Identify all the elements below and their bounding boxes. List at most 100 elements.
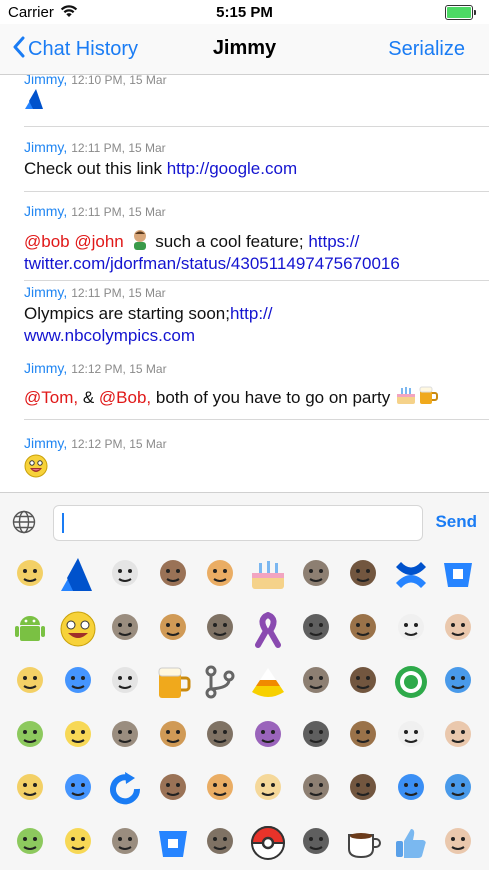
- globe-icon[interactable]: [12, 510, 36, 539]
- beer-emoticon[interactable]: [153, 662, 193, 702]
- chuck-emoticon[interactable]: [343, 716, 383, 756]
- message-timestamp: 12:11 PM, 15 Mar: [71, 205, 166, 219]
- mention[interactable]: @Tom,: [24, 388, 78, 407]
- message-text: Check out this link: [24, 159, 167, 178]
- message-text: Olympics are starting soon;: [24, 304, 230, 323]
- message-text: both of you have to go on party: [151, 388, 395, 407]
- back-button-label: Chat History: [28, 38, 139, 60]
- challenge-emoticon[interactable]: [58, 662, 98, 702]
- baking-soda-emoticon[interactable]: [105, 823, 145, 863]
- doge-emoticon[interactable]: [296, 555, 336, 595]
- hand-guy-emoticon[interactable]: [248, 716, 288, 756]
- target-emoticon[interactable]: [391, 662, 431, 702]
- lady-face-emoticon[interactable]: [438, 609, 478, 649]
- message-item: Jimmy, 12:11 PM, 15 Mar Olympics are sta…: [0, 281, 489, 352]
- atlassian-emoticon[interactable]: [58, 555, 98, 595]
- basket-emoticon[interactable]: [153, 609, 193, 649]
- message-list[interactable]: Jimmy, 12:10 PM, 15 Mar Jimmy, 12:11 PM,…: [0, 75, 489, 492]
- hipster-emoticon[interactable]: [105, 555, 145, 595]
- homer-emoticon[interactable]: [438, 823, 478, 863]
- thinking-emoticon[interactable]: [296, 769, 336, 809]
- flex-emoticon[interactable]: [153, 769, 193, 809]
- message-link[interactable]: twitter.com/jdorfman/status/430511497475…: [24, 254, 400, 273]
- dog-glasses-emoticon[interactable]: [438, 716, 478, 756]
- awthanks-emoticon[interactable]: [58, 609, 98, 649]
- thumbs-emoticon[interactable]: [391, 823, 431, 863]
- message-sender: Jimmy,: [24, 360, 68, 376]
- cry-emoticon[interactable]: [58, 716, 98, 756]
- rabbit-emoticon[interactable]: [343, 609, 383, 649]
- man-emoticon[interactable]: [343, 769, 383, 809]
- face-emoticon[interactable]: [10, 716, 50, 756]
- message-item: Jimmy, 12:12 PM, 15 Mar @Tom, & @Bob, bo…: [0, 352, 489, 420]
- refresh-emoticon[interactable]: [105, 769, 145, 809]
- badge-emoticon[interactable]: [200, 823, 240, 863]
- message-sender: Jimmy,: [24, 203, 68, 219]
- cake-emoticon: [396, 387, 415, 404]
- message-timestamp: 12:10 PM, 15 Mar: [71, 75, 167, 87]
- branch-emoticon[interactable]: [200, 662, 240, 702]
- basking-shark-emoticon[interactable]: [105, 609, 145, 649]
- message-timestamp: 12:12 PM, 15 Mar: [71, 362, 167, 376]
- candycorn-emoticon[interactable]: [248, 662, 288, 702]
- guy-emoticon[interactable]: [438, 769, 478, 809]
- boy-emoticon[interactable]: [105, 716, 145, 756]
- message-item: Jimmy, 12:11 PM, 15 Mar Check out this l…: [0, 128, 489, 192]
- mention[interactable]: @Bob,: [99, 388, 151, 407]
- cooldude-emoticon[interactable]: [248, 769, 288, 809]
- pokeball-emoticon[interactable]: [248, 823, 288, 863]
- android-emoticon[interactable]: [10, 609, 50, 649]
- ninja-emoticon[interactable]: [296, 609, 336, 649]
- content-emoticon[interactable]: [391, 609, 431, 649]
- yeti-emoticon[interactable]: [200, 716, 240, 756]
- chevron-left-icon: [13, 36, 25, 58]
- chewie-emoticon[interactable]: [343, 555, 383, 595]
- battery-icon: [445, 5, 476, 20]
- bitbucket-blue-emoticon[interactable]: [438, 555, 478, 595]
- message-sender: Jimmy,: [24, 284, 68, 300]
- beer-emoticon: [419, 386, 438, 404]
- gangnam-emoticon[interactable]: [296, 662, 336, 702]
- lol-face-emoticon: [24, 454, 48, 478]
- back-button[interactable]: Chat History: [12, 36, 138, 61]
- navigation-bar: Chat History Jimmy Serialize: [0, 24, 489, 75]
- kid-emoticon[interactable]: [10, 769, 50, 809]
- coffee-emoticon[interactable]: [343, 823, 383, 863]
- message-sender: Jimmy,: [24, 435, 68, 451]
- cheer-emoticon[interactable]: [10, 555, 50, 595]
- omg-emoticon[interactable]: [296, 716, 336, 756]
- bunny-emoticon[interactable]: [200, 769, 240, 809]
- mention[interactable]: @john: [74, 232, 123, 251]
- confluence-emoticon[interactable]: [391, 555, 431, 595]
- duck-emoticon[interactable]: [58, 769, 98, 809]
- cool-emoticon[interactable]: [438, 662, 478, 702]
- table-flip-emoticon[interactable]: [153, 555, 193, 595]
- cake-emoticon[interactable]: [248, 555, 288, 595]
- message-text: &: [78, 388, 99, 407]
- butt-emoticon[interactable]: [343, 662, 383, 702]
- message-link[interactable]: http://: [230, 304, 273, 323]
- message-timestamp: 12:12 PM, 15 Mar: [71, 437, 167, 451]
- borat-emoticon[interactable]: [200, 609, 240, 649]
- boom-emoticon[interactable]: [200, 555, 240, 595]
- bucket-emoticon[interactable]: [153, 823, 193, 863]
- meh-emoticon[interactable]: [10, 662, 50, 702]
- cookie-emoticon[interactable]: [391, 716, 431, 756]
- send-button[interactable]: Send: [435, 512, 477, 532]
- message-link[interactable]: http://google.com: [167, 159, 297, 178]
- serialize-button[interactable]: Serialize: [388, 38, 465, 61]
- message-item: Jimmy, 12:11 PM, 15 Mar @bob @john such …: [0, 192, 489, 281]
- poker-emoticon[interactable]: [105, 662, 145, 702]
- mention[interactable]: @bob: [24, 232, 70, 251]
- message-sender: Jimmy,: [24, 139, 68, 155]
- sketch-emoticon[interactable]: [58, 823, 98, 863]
- person-emoticon[interactable]: [10, 823, 50, 863]
- message-link[interactable]: https://: [308, 232, 359, 251]
- ribbon-emoticon[interactable]: [248, 609, 288, 649]
- bell-emoticon[interactable]: [296, 823, 336, 863]
- atlassian-emoticon: [25, 89, 43, 109]
- cloud-emoticon[interactable]: [391, 769, 431, 809]
- message-link[interactable]: www.nbcolympics.com: [24, 326, 195, 345]
- message-input[interactable]: [53, 505, 423, 541]
- muscle-emoticon[interactable]: [153, 716, 193, 756]
